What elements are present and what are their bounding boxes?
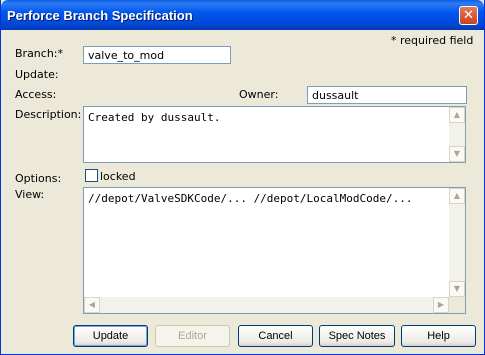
description-text: Created by dussault. [88,111,221,124]
branch-label: Branch:* [15,47,64,60]
scroll-down-icon[interactable]: ▼ [449,281,465,297]
owner-label: Owner: [239,88,279,101]
update-label: Update: [15,68,59,81]
view-text: //depot/ValveSDKCode/... //depot/LocalMo… [88,192,413,205]
required-field-note: * required field [391,34,474,47]
view-vertical-scrollbar[interactable]: ▲ ▼ [449,188,465,297]
description-textarea[interactable]: Created by dussault. ▲ ▼ [83,106,466,163]
view-horizontal-scrollbar[interactable]: ◀ ▶ [84,297,449,313]
description-vertical-scrollbar[interactable]: ▲ ▼ [449,107,465,162]
branch-input[interactable]: valve_to_mod [83,46,231,64]
scroll-left-icon[interactable]: ◀ [84,297,100,313]
description-label: Description: [15,108,82,121]
options-label: Options: [15,172,62,185]
close-button[interactable]: ✕ [459,6,478,25]
scroll-down-icon[interactable]: ▼ [449,146,465,162]
view-textarea[interactable]: //depot/ValveSDKCode/... //depot/LocalMo… [83,187,466,314]
scrollbar-corner [449,297,465,313]
help-button[interactable]: Help [401,325,476,347]
spec-notes-button[interactable]: Spec Notes [319,325,395,347]
view-label: View: [15,188,45,201]
editor-button[interactable]: Editor [155,325,230,347]
scroll-up-icon[interactable]: ▲ [449,188,465,204]
locked-checkbox[interactable] [85,169,98,182]
cancel-button[interactable]: Cancel [238,325,313,347]
locked-label: locked [100,170,136,183]
window-title: Perforce Branch Specification [7,8,193,23]
owner-input[interactable]: dussault [307,86,467,104]
branch-spec-dialog: Perforce Branch Specification ✕ * requir… [0,0,485,355]
access-label: Access: [15,88,57,101]
title-bar[interactable]: Perforce Branch Specification ✕ [1,0,484,30]
scroll-up-icon[interactable]: ▲ [449,107,465,123]
update-button[interactable]: Update [73,325,148,347]
scroll-right-icon[interactable]: ▶ [433,297,449,313]
